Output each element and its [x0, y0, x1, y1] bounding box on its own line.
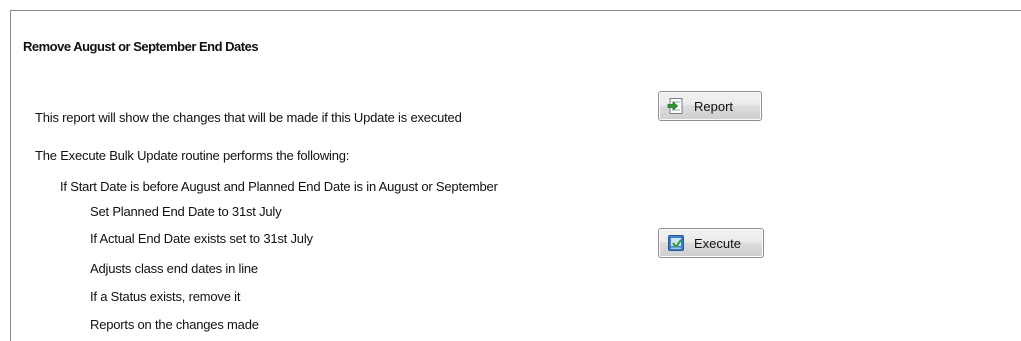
- step-item: If Actual End Date exists set to 31st Ju…: [90, 231, 313, 246]
- execute-button[interactable]: Execute: [658, 228, 764, 258]
- section-title: Remove August or September End Dates: [23, 39, 259, 54]
- bulk-update-panel: Remove August or September End Dates Thi…: [10, 10, 1021, 341]
- report-description: This report will show the changes that w…: [35, 110, 462, 125]
- execute-icon: [667, 234, 685, 252]
- step-item: Set Planned End Date to 31st July: [90, 204, 282, 219]
- report-arrow-icon: [667, 97, 685, 115]
- execute-condition: If Start Date is before August and Plann…: [60, 179, 498, 194]
- report-button[interactable]: Report: [658, 91, 762, 121]
- step-item: Adjusts class end dates in line: [90, 261, 258, 276]
- step-item: Reports on the changes made: [90, 317, 259, 332]
- execute-button-label: Execute: [694, 235, 741, 251]
- execute-intro: The Execute Bulk Update routine performs…: [35, 148, 350, 163]
- report-button-label: Report: [694, 98, 734, 114]
- step-item: If a Status exists, remove it: [90, 289, 241, 304]
